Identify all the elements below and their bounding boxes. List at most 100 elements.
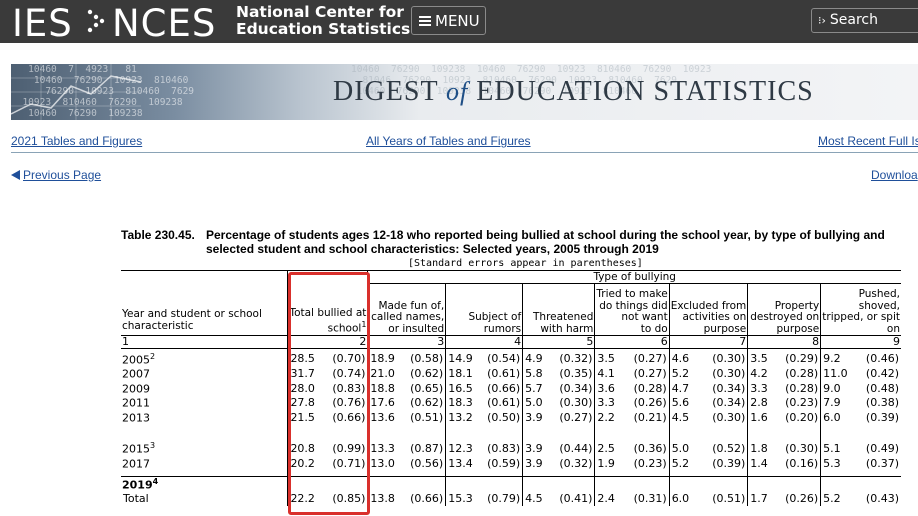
header-property-destroyed: Property destroyed on purpose xyxy=(747,283,821,336)
table-cell: 5.2 xyxy=(668,366,699,381)
table-row: 2007 31.7 (0.74) 21.0 (0.62) 18.1 (0.61) 5.8 (0.… xyxy=(121,366,901,381)
table-cell: 3.6 xyxy=(594,380,624,396)
table-cell: 28.5 xyxy=(287,351,323,367)
row-year: 2011 xyxy=(122,397,150,411)
table-cell: 7.9 xyxy=(820,395,856,411)
table-cell: 21.0 xyxy=(367,366,401,381)
table-cell: 13.2 xyxy=(445,410,479,425)
table-cell: 1.8 xyxy=(747,440,776,456)
table-cell: 5.1 xyxy=(820,440,856,456)
table-cell: 2.8 xyxy=(747,395,776,411)
table-cell: 1.4 xyxy=(747,455,776,471)
table-cell: (0.43) xyxy=(865,492,899,506)
digest-banner[interactable]: 10460 7 4923 81 10460 76290 10923 810460… xyxy=(11,64,918,120)
table-cell: (0.99) xyxy=(332,441,366,455)
table-cell: 13.6 xyxy=(367,410,401,425)
table-cell: (0.39) xyxy=(865,410,899,424)
table-cell: 3.9 xyxy=(522,440,551,456)
link-all-years[interactable]: All Years of Tables and Figures xyxy=(366,134,531,148)
table-cell: 27.8 xyxy=(287,395,323,411)
table-cell: 18.1 xyxy=(445,366,479,381)
table-row: 20052 28.5 (0.70) 18.9 (0.58) 14.9 (0.54) 4.9 (0… xyxy=(121,351,901,367)
table-cell: 1.7 xyxy=(747,491,776,506)
table-cell: (0.30) xyxy=(559,396,593,410)
table-cell: 20.8 xyxy=(287,440,323,456)
table-cell: (0.66) xyxy=(410,492,444,506)
table-cell: 2.5 xyxy=(594,440,624,456)
header-pushed-shoved: Pushed, shoved, tripped, or spit on xyxy=(820,283,901,336)
table-cell: 4.2 xyxy=(747,366,776,381)
table-cell: (0.37) xyxy=(865,456,899,470)
table-cell: (0.21) xyxy=(633,410,667,424)
table-cell: (0.83) xyxy=(332,381,366,395)
table-cell: (0.41) xyxy=(559,492,593,506)
header-total-bullied: Total bullied at school1 xyxy=(287,270,368,336)
menu-button[interactable]: MENU xyxy=(411,6,486,35)
table-cell: 31.7 xyxy=(287,366,323,381)
total-row: Total 22.2 (0.85) 13.8 (0.66) 15.3 (0.79) 4.5 (0… xyxy=(121,491,901,506)
table-cell: 18.9 xyxy=(367,351,401,367)
previous-page-link[interactable]: Previous Page xyxy=(11,168,101,182)
table-cell: 5.0 xyxy=(668,440,699,456)
hamburger-icon xyxy=(419,16,431,26)
total-label: Total xyxy=(123,492,149,506)
table-cell: (0.65) xyxy=(410,381,444,395)
table-cell: (0.30) xyxy=(712,410,746,424)
table-cell: 5.8 xyxy=(522,366,551,381)
table-cell: (0.46) xyxy=(865,352,899,366)
table-cell: (0.44) xyxy=(559,441,593,455)
header-excluded: Excluded from activities on purpose xyxy=(668,283,748,336)
table-cell: (0.30) xyxy=(785,441,819,455)
table-cell: (0.85) xyxy=(332,492,366,506)
org-name[interactable]: National Center for Education Statistics xyxy=(236,4,410,38)
table-cell: (0.59) xyxy=(487,456,521,470)
table-cell: 3.5 xyxy=(747,351,776,367)
table-cell: 22.2 xyxy=(287,491,323,506)
link-most-recent[interactable]: Most Recent Full Is xyxy=(818,134,918,148)
chart-graphic-icon xyxy=(11,64,141,120)
table-cell: (0.27) xyxy=(559,410,593,424)
table-cell: (0.74) xyxy=(332,366,366,380)
table-cell: 18.8 xyxy=(367,380,401,396)
table-cell: (0.35) xyxy=(559,366,593,380)
header-tried-to-make: Tried to make do things did not want to … xyxy=(594,283,670,336)
table-cell: (0.32) xyxy=(559,456,593,470)
table-cell: (0.38) xyxy=(865,396,899,410)
spacer-row xyxy=(121,424,901,441)
table-cell: (0.26) xyxy=(785,492,819,506)
table-cell: 14.9 xyxy=(445,351,479,367)
table-cell: 9.2 xyxy=(820,351,856,367)
header-type-of-bullying: Type of bullying xyxy=(367,270,901,284)
table-cell: (0.58) xyxy=(410,352,444,366)
table-cell: (0.26) xyxy=(633,396,667,410)
table-cell: 5.3 xyxy=(820,455,856,471)
nces-logo[interactable]: NCES xyxy=(112,2,216,45)
table-cell: (0.34) xyxy=(559,381,593,395)
table-cell: (0.29) xyxy=(785,352,819,366)
link-2021-tables[interactable]: 2021 Tables and Figures xyxy=(11,134,142,148)
table-cell: (0.56) xyxy=(410,456,444,470)
header-made-fun-of: Made fun of, called names, or insulted xyxy=(367,283,446,336)
table-cell: (0.39) xyxy=(712,456,746,470)
table-cell: 5.0 xyxy=(522,395,551,411)
table-cell: (0.50) xyxy=(487,410,521,424)
table-cell: 5.2 xyxy=(820,491,856,506)
table-title: Percentage of students ages 12-18 who re… xyxy=(206,228,885,256)
arrow-left-icon xyxy=(11,170,20,180)
table-cell: (0.62) xyxy=(410,396,444,410)
table-cell: 4.1 xyxy=(594,366,624,381)
table-cell: (0.28) xyxy=(785,366,819,380)
table-cell: (0.23) xyxy=(633,456,667,470)
table-cell: 5.6 xyxy=(668,395,699,411)
table-row: 20153 20.8 (0.99) 13.3 (0.87) 12.3 (0.83) 3.9 (0… xyxy=(121,440,901,456)
table-cell: 3.9 xyxy=(522,410,551,425)
chevron-right-icon xyxy=(87,9,105,33)
table-cell: 12.3 xyxy=(445,440,479,456)
row-year: 20052 xyxy=(122,351,156,367)
table-cell: (0.51) xyxy=(712,492,746,506)
ies-logo[interactable]: IES xyxy=(12,2,73,45)
search-button[interactable]: ⁝› Search xyxy=(811,8,918,33)
table-body: 20052 28.5 (0.70) 18.9 (0.58) 14.9 (0.54) 4.9 (0… xyxy=(121,348,901,506)
table-cell: (0.20) xyxy=(785,410,819,424)
download-link[interactable]: Downloa xyxy=(871,168,918,182)
